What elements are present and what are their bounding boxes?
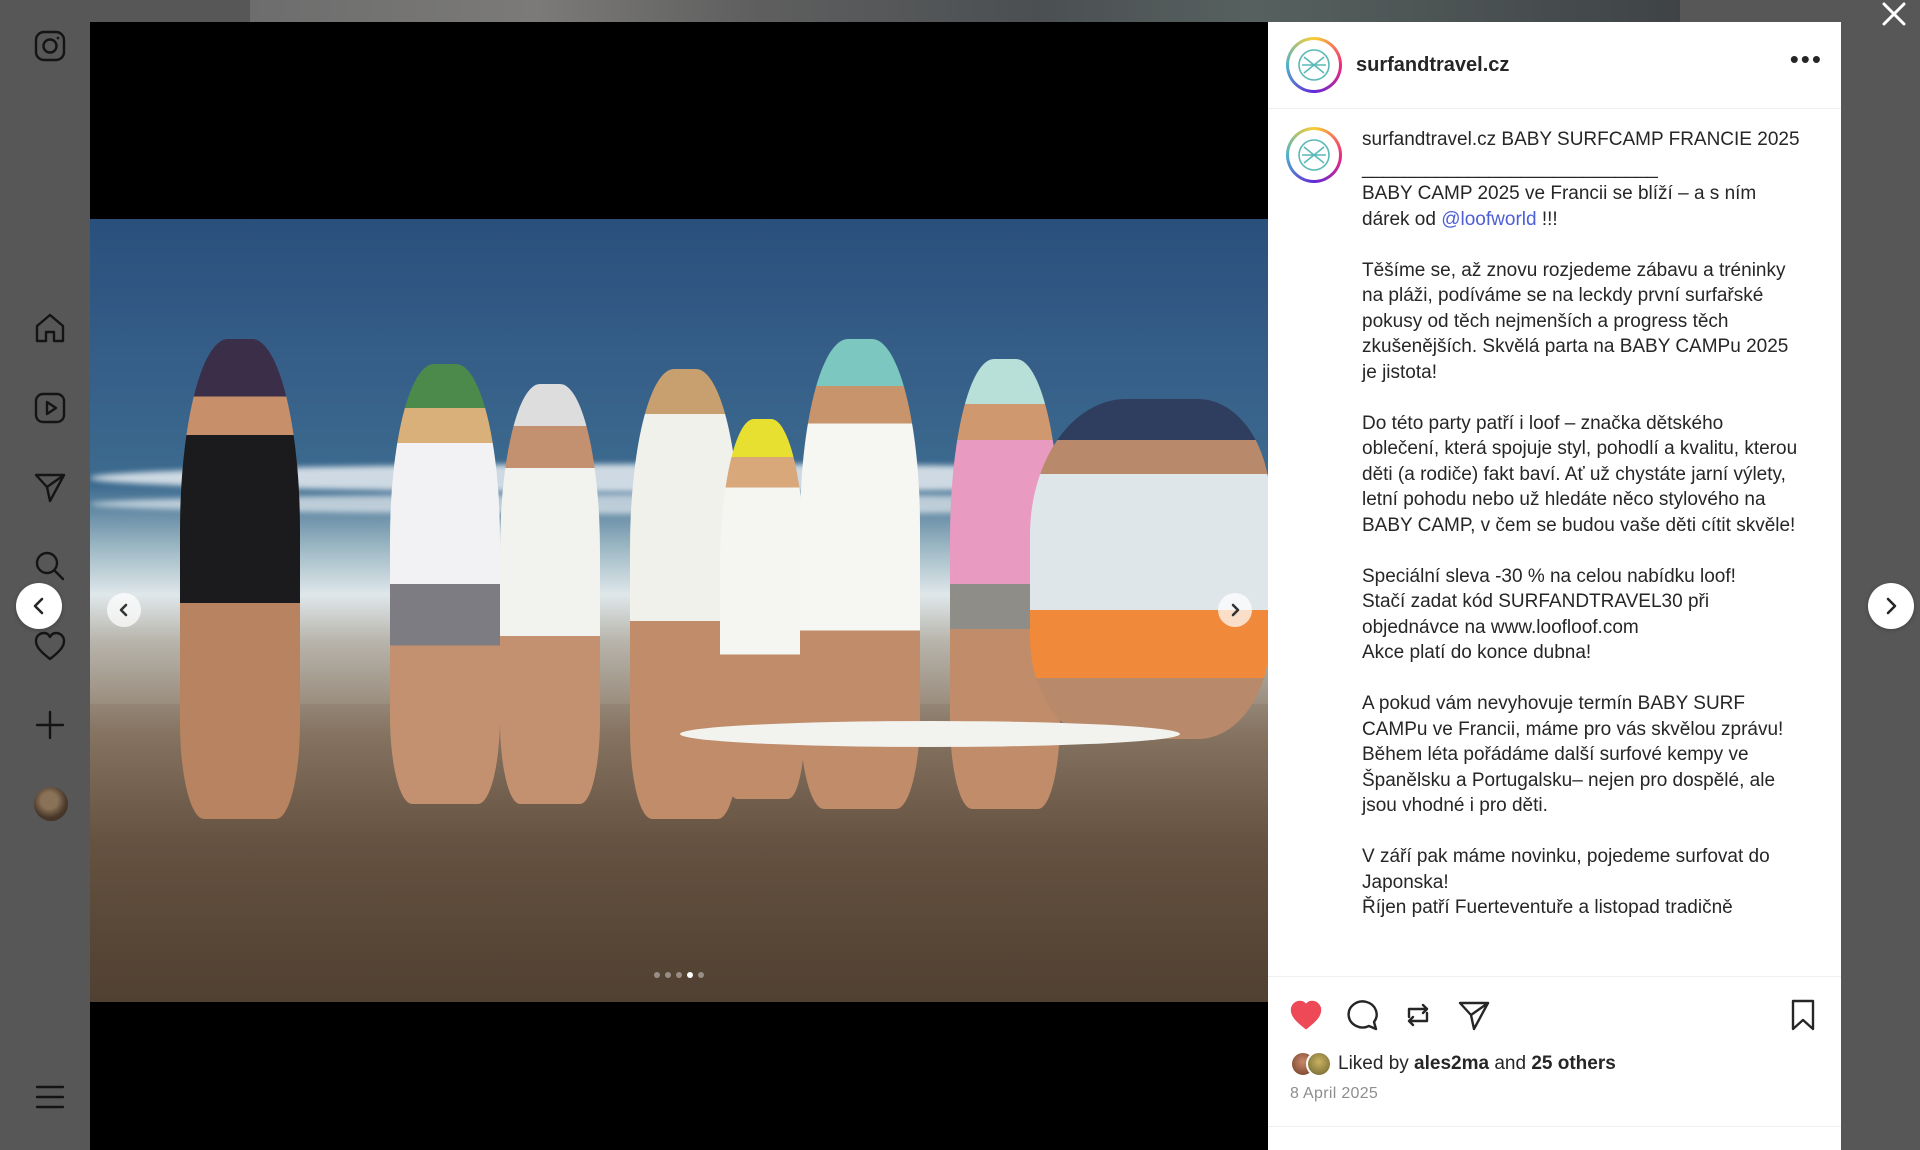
carousel-dot (698, 972, 704, 978)
carousel-dot (687, 972, 693, 978)
likes-summary: Liked by ales2ma and 25 others (1290, 1051, 1616, 1077)
caption-paragraph: Do této party patří i loof – značka děts… (1362, 412, 1798, 536)
carousel-dot (676, 972, 682, 978)
post-date[interactable]: 8 April 2025 (1290, 1085, 1378, 1103)
divider (1268, 1126, 1841, 1127)
bookmark-icon[interactable] (1785, 997, 1821, 1033)
mention-link[interactable]: @loofworld (1441, 209, 1536, 230)
account-username[interactable]: surfandtravel.cz (1356, 54, 1509, 77)
post-photo (90, 219, 1268, 1002)
comment-icon[interactable] (1344, 997, 1380, 1033)
search-icon[interactable] (32, 548, 68, 584)
account-avatar[interactable] (1286, 37, 1342, 93)
home-icon[interactable] (32, 310, 68, 346)
caption-paragraph: A pokud vám nevyhovuje termín BABY SURF … (1362, 693, 1784, 816)
caption-area: surfandtravel.cz BABY SURFCAMP FRANCIE 2… (1268, 110, 1841, 970)
caption-title: BABY SURFCAMP FRANCIE 2025 (1496, 129, 1800, 150)
post-media (90, 22, 1268, 1150)
previous-post-button[interactable] (16, 583, 62, 629)
caption-avatar[interactable] (1286, 127, 1342, 183)
liker-avatar[interactable] (1306, 1051, 1332, 1077)
post-modal: surfandtravel.cz ••• surfandtravel.cz BA… (90, 22, 1841, 1150)
notifications-icon[interactable] (32, 628, 68, 664)
menu-icon[interactable] (32, 1079, 68, 1115)
caption-username[interactable]: surfandtravel.cz (1362, 129, 1496, 150)
reels-icon[interactable] (32, 390, 68, 426)
liker-username[interactable]: ales2ma (1414, 1053, 1489, 1074)
caption-p1-end: !!! (1536, 208, 1558, 230)
caption-paragraph: Speciální sleva -30 % na celou nabídku l… (1362, 565, 1736, 664)
likes-prefix: Liked by (1338, 1053, 1415, 1074)
carousel-dots (90, 972, 1268, 978)
caption-p1-start: BABY CAMP 2025 ve Francii se blíží – a s… (1362, 183, 1757, 230)
background-feed-strip (250, 0, 1680, 22)
heart-icon[interactable] (1288, 997, 1324, 1033)
close-icon[interactable] (1880, 0, 1910, 30)
post-actions (1268, 976, 1841, 1062)
photo-prev-button[interactable] (107, 593, 141, 627)
caption-paragraph: V září pak máme novinku, pojedeme surfov… (1362, 846, 1770, 918)
post-header: surfandtravel.cz ••• (1268, 22, 1841, 109)
more-options-button[interactable]: ••• (1790, 46, 1823, 76)
profile-avatar[interactable] (34, 787, 68, 821)
next-post-button[interactable] (1868, 583, 1914, 629)
share-icon[interactable] (1456, 997, 1492, 1033)
repost-icon[interactable] (1400, 997, 1436, 1033)
carousel-dot (665, 972, 671, 978)
instagram-icon[interactable] (32, 28, 68, 64)
create-icon[interactable] (32, 707, 68, 743)
likes-others-link[interactable]: 25 others (1531, 1053, 1615, 1074)
photo-next-button[interactable] (1218, 593, 1252, 627)
likes-middle: and (1489, 1053, 1532, 1074)
caption-text: surfandtravel.cz BABY SURFCAMP FRANCIE 2… (1362, 127, 1800, 970)
carousel-dot (654, 972, 660, 978)
post-side-panel: surfandtravel.cz ••• surfandtravel.cz BA… (1268, 22, 1841, 1150)
direct-icon[interactable] (32, 469, 68, 505)
caption-paragraph: Těšíme se, až znovu rozjedeme zábavu a t… (1362, 259, 1789, 383)
caption-rule: ____________________________ (1362, 157, 1658, 179)
left-rail (0, 0, 90, 1150)
